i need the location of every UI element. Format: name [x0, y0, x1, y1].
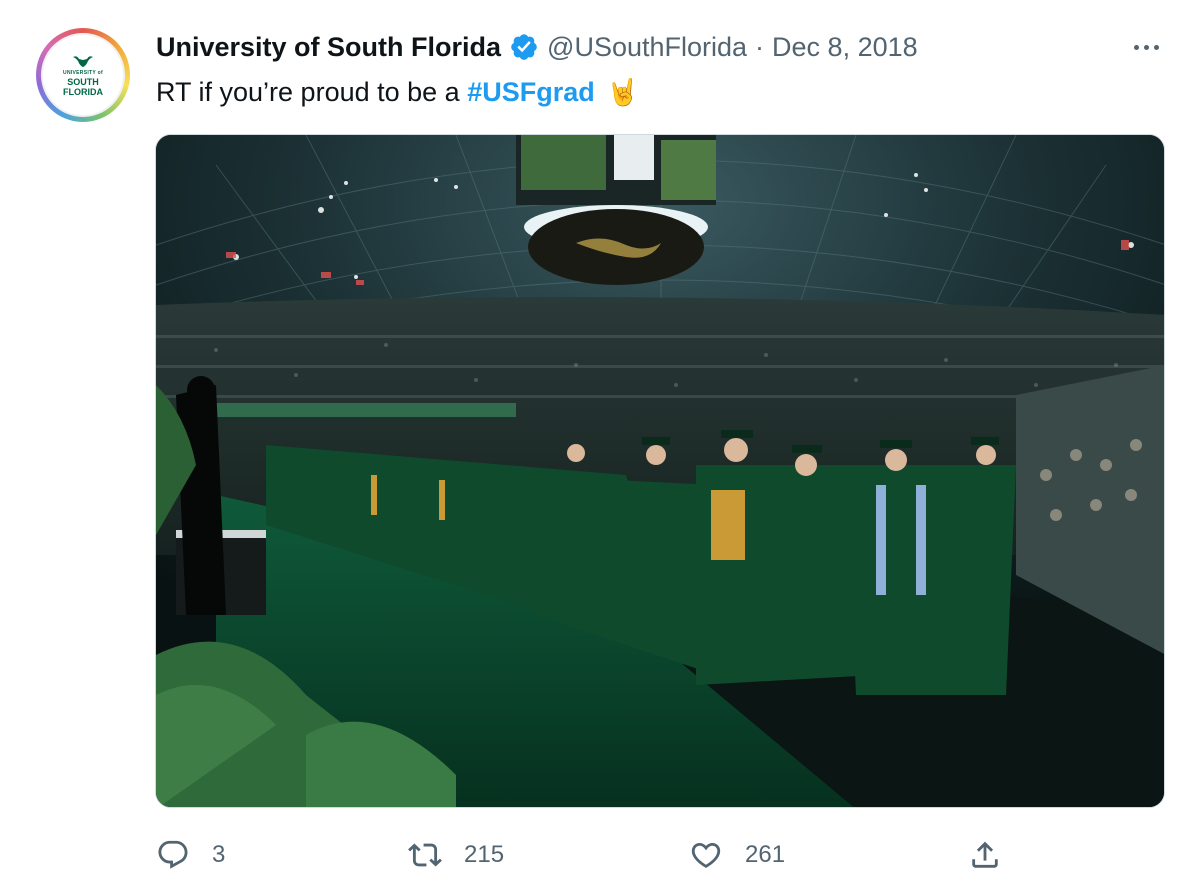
bull-logo-icon — [73, 55, 93, 67]
hashtag-link[interactable]: #USFgrad — [467, 72, 595, 112]
avatar-text-small: UNIVERSITY of — [63, 69, 103, 76]
tweet-actions: 3 215 261 — [156, 832, 1016, 878]
tweet-header: University of South Florida @USouthFlori… — [156, 28, 918, 66]
reply-button[interactable]: 3 — [156, 832, 225, 878]
avatar-logo: UNIVERSITY of SOUTH FLORIDA — [41, 33, 125, 117]
share-icon — [972, 841, 998, 868]
more-options-icon[interactable] — [1128, 34, 1164, 60]
tweet-photo[interactable] — [155, 134, 1165, 808]
tweet-text-body: RT if you’re proud to be a — [156, 77, 468, 107]
tweet: UNIVERSITY of SOUTH FLORIDA University o… — [0, 0, 1192, 896]
author-handle[interactable]: @USouthFlorida — [547, 32, 747, 63]
verified-badge-icon — [511, 34, 537, 60]
retweet-count: 215 — [464, 841, 505, 868]
reply-icon — [158, 840, 188, 869]
share-button[interactable] — [968, 832, 1002, 878]
retweet-button[interactable]: 215 — [408, 832, 504, 878]
avatar-text-line1: SOUTH — [67, 76, 99, 87]
avatar[interactable]: UNIVERSITY of SOUTH FLORIDA — [36, 28, 130, 122]
tweet-text: RT if you’re proud to be a #USFgrad 🤘 — [156, 72, 639, 112]
graduation-ceremony-photo — [156, 135, 1164, 807]
like-count: 261 — [745, 841, 786, 868]
header-separator: · — [755, 31, 765, 62]
heart-icon — [691, 842, 721, 868]
tweet-date[interactable]: Dec 8, 2018 — [772, 32, 918, 63]
avatar-text-line2: FLORIDA — [63, 86, 103, 97]
retweet-icon — [408, 843, 442, 867]
author-name[interactable]: University of South Florida — [156, 32, 501, 63]
reply-count: 3 — [212, 841, 226, 868]
like-button[interactable]: 261 — [689, 832, 785, 878]
horns-emoji: 🤘 — [606, 77, 640, 107]
